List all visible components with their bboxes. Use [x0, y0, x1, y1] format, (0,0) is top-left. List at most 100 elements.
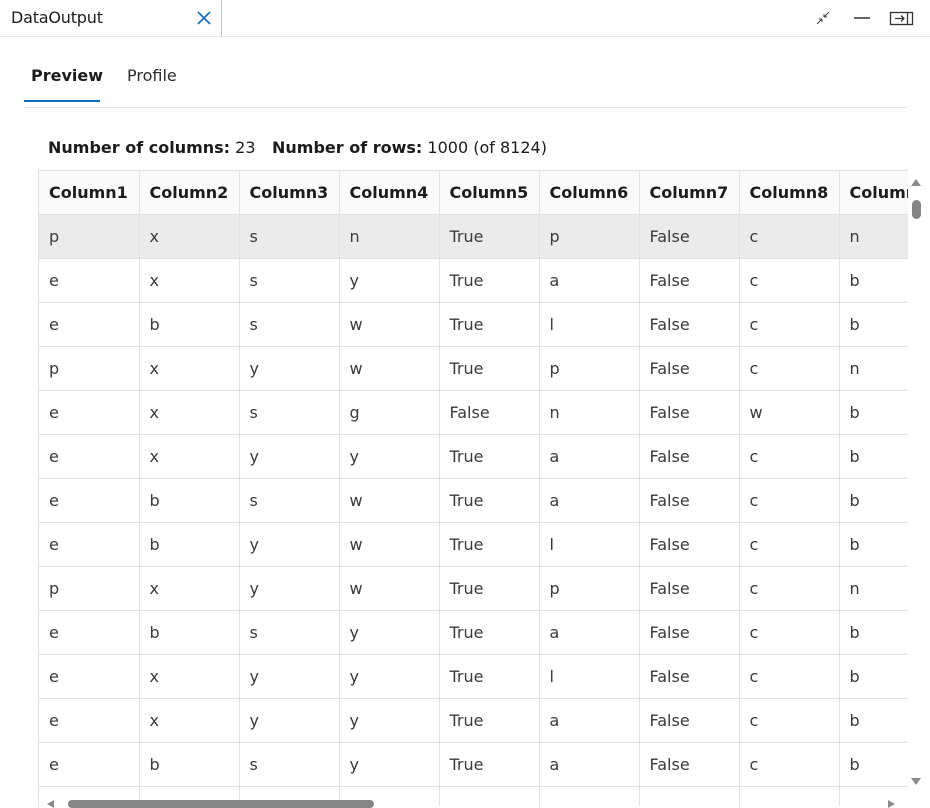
table-row[interactable]: e b y w True l False c b — [39, 522, 908, 567]
horizontal-scroll-thumb[interactable] — [68, 800, 374, 808]
table-cell[interactable]: b — [139, 522, 240, 567]
table-cell[interactable]: e — [39, 302, 140, 347]
table-cell[interactable]: a — [539, 258, 640, 303]
table-cell[interactable]: s — [239, 478, 340, 523]
table-cell[interactable]: False — [639, 742, 740, 787]
table-row[interactable]: e x s g False n False w b — [39, 390, 908, 435]
table-cell[interactable]: e — [39, 610, 140, 655]
table-cell[interactable]: True — [439, 434, 540, 479]
table-cell[interactable]: p — [539, 346, 640, 391]
table-cell[interactable]: x — [139, 566, 240, 611]
table-cell[interactable]: c — [739, 258, 840, 303]
table-cell[interactable]: c — [739, 434, 840, 479]
column-header[interactable]: Column1 — [39, 171, 140, 215]
table-cell[interactable]: c — [739, 654, 840, 699]
table-cell[interactable]: True — [439, 610, 540, 655]
data-grid[interactable]: Column1 Column2 Column3 Column4 Column5 Colum… — [38, 170, 908, 806]
column-header[interactable]: Column6 — [539, 171, 640, 215]
scroll-left-icon[interactable] — [47, 800, 54, 808]
table-cell[interactable]: True — [439, 654, 540, 699]
table-cell[interactable]: False — [439, 390, 540, 435]
table-cell[interactable]: b — [839, 478, 908, 523]
table-row[interactable]: p x y w True p False c n — [39, 346, 908, 391]
table-cell[interactable]: b — [839, 742, 908, 787]
table-cell[interactable]: l — [539, 654, 640, 699]
table-cell[interactable]: n — [839, 566, 908, 611]
table-cell[interactable]: y — [339, 258, 440, 303]
table-cell[interactable]: s — [239, 258, 340, 303]
table-cell[interactable]: False — [639, 522, 740, 567]
column-header[interactable]: Column5 — [439, 171, 540, 215]
table-cell[interactable]: c — [739, 214, 840, 259]
vertical-scrollbar[interactable] — [908, 170, 925, 792]
table-row[interactable]: e b s y True a False c b — [39, 742, 908, 787]
table-cell[interactable]: b — [139, 302, 240, 347]
table-cell[interactable]: w — [739, 390, 840, 435]
table-cell[interactable]: l — [539, 522, 640, 567]
table-cell[interactable]: a — [539, 478, 640, 523]
table-cell[interactable]: e — [39, 698, 140, 743]
table-cell[interactable]: y — [239, 654, 340, 699]
table-cell[interactable]: False — [639, 478, 740, 523]
table-cell[interactable]: w — [339, 478, 440, 523]
column-header[interactable]: Column2 — [139, 171, 240, 215]
table-cell[interactable]: e — [39, 258, 140, 303]
table-cell[interactable]: s — [239, 742, 340, 787]
table-cell[interactable]: c — [739, 698, 840, 743]
table-cell[interactable]: y — [239, 566, 340, 611]
table-cell[interactable]: e — [39, 478, 140, 523]
table-cell[interactable]: True — [439, 346, 540, 391]
table-cell[interactable]: c — [739, 742, 840, 787]
table-row[interactable]: e x y y True a False c b — [39, 698, 908, 743]
table-cell[interactable]: g — [339, 390, 440, 435]
table-row[interactable]: e b s w True l False c b — [39, 302, 908, 347]
table-cell[interactable]: x — [139, 346, 240, 391]
table-cell[interactable]: c — [739, 478, 840, 523]
table-cell[interactable]: True — [439, 566, 540, 611]
column-header[interactable]: Column4 — [339, 171, 440, 215]
table-cell[interactable]: e — [39, 654, 140, 699]
table-cell[interactable]: c — [739, 566, 840, 611]
table-cell[interactable]: e — [39, 434, 140, 479]
table-cell[interactable]: n — [839, 346, 908, 391]
table-cell[interactable]: n — [339, 214, 440, 259]
table-cell[interactable]: b — [139, 742, 240, 787]
column-header[interactable]: Column3 — [239, 171, 340, 215]
table-cell[interactable]: y — [339, 654, 440, 699]
table-cell[interactable]: b — [839, 390, 908, 435]
table-row[interactable]: p x s n True p False c n — [39, 214, 908, 259]
table-row[interactable]: e x s y True a False c b — [39, 258, 908, 303]
table-cell[interactable]: True — [439, 698, 540, 743]
scroll-up-icon[interactable] — [911, 179, 921, 186]
table-cell[interactable]: x — [139, 434, 240, 479]
table-cell[interactable]: s — [239, 390, 340, 435]
column-header[interactable]: Column9 — [839, 171, 908, 215]
table-cell[interactable]: True — [439, 478, 540, 523]
table-cell[interactable]: w — [339, 302, 440, 347]
table-cell[interactable]: False — [639, 390, 740, 435]
scroll-down-icon[interactable] — [911, 778, 921, 785]
table-cell[interactable]: a — [539, 698, 640, 743]
table-cell[interactable]: w — [339, 566, 440, 611]
table-cell[interactable]: True — [439, 522, 540, 567]
table-cell[interactable]: b — [139, 478, 240, 523]
table-cell[interactable]: True — [439, 742, 540, 787]
table-cell[interactable]: b — [839, 258, 908, 303]
table-cell[interactable]: b — [139, 610, 240, 655]
table-cell[interactable]: p — [539, 566, 640, 611]
table-cell[interactable]: p — [39, 566, 140, 611]
table-cell[interactable]: y — [339, 742, 440, 787]
table-cell[interactable]: False — [639, 698, 740, 743]
column-header[interactable]: Column7 — [639, 171, 740, 215]
tab-dataoutput[interactable]: DataOutput — [0, 0, 222, 36]
table-row[interactable]: e b s w True a False c b — [39, 478, 908, 523]
table-cell[interactable]: x — [139, 214, 240, 259]
table-cell[interactable]: x — [139, 654, 240, 699]
table-cell[interactable]: False — [639, 566, 740, 611]
table-row[interactable]: p x y w True p False c n — [39, 566, 908, 611]
table-cell[interactable]: y — [239, 346, 340, 391]
table-row[interactable]: e b s y True a False c b — [39, 610, 908, 655]
table-cell[interactable]: b — [839, 610, 908, 655]
table-cell[interactable]: False — [639, 346, 740, 391]
table-cell[interactable]: False — [639, 434, 740, 479]
